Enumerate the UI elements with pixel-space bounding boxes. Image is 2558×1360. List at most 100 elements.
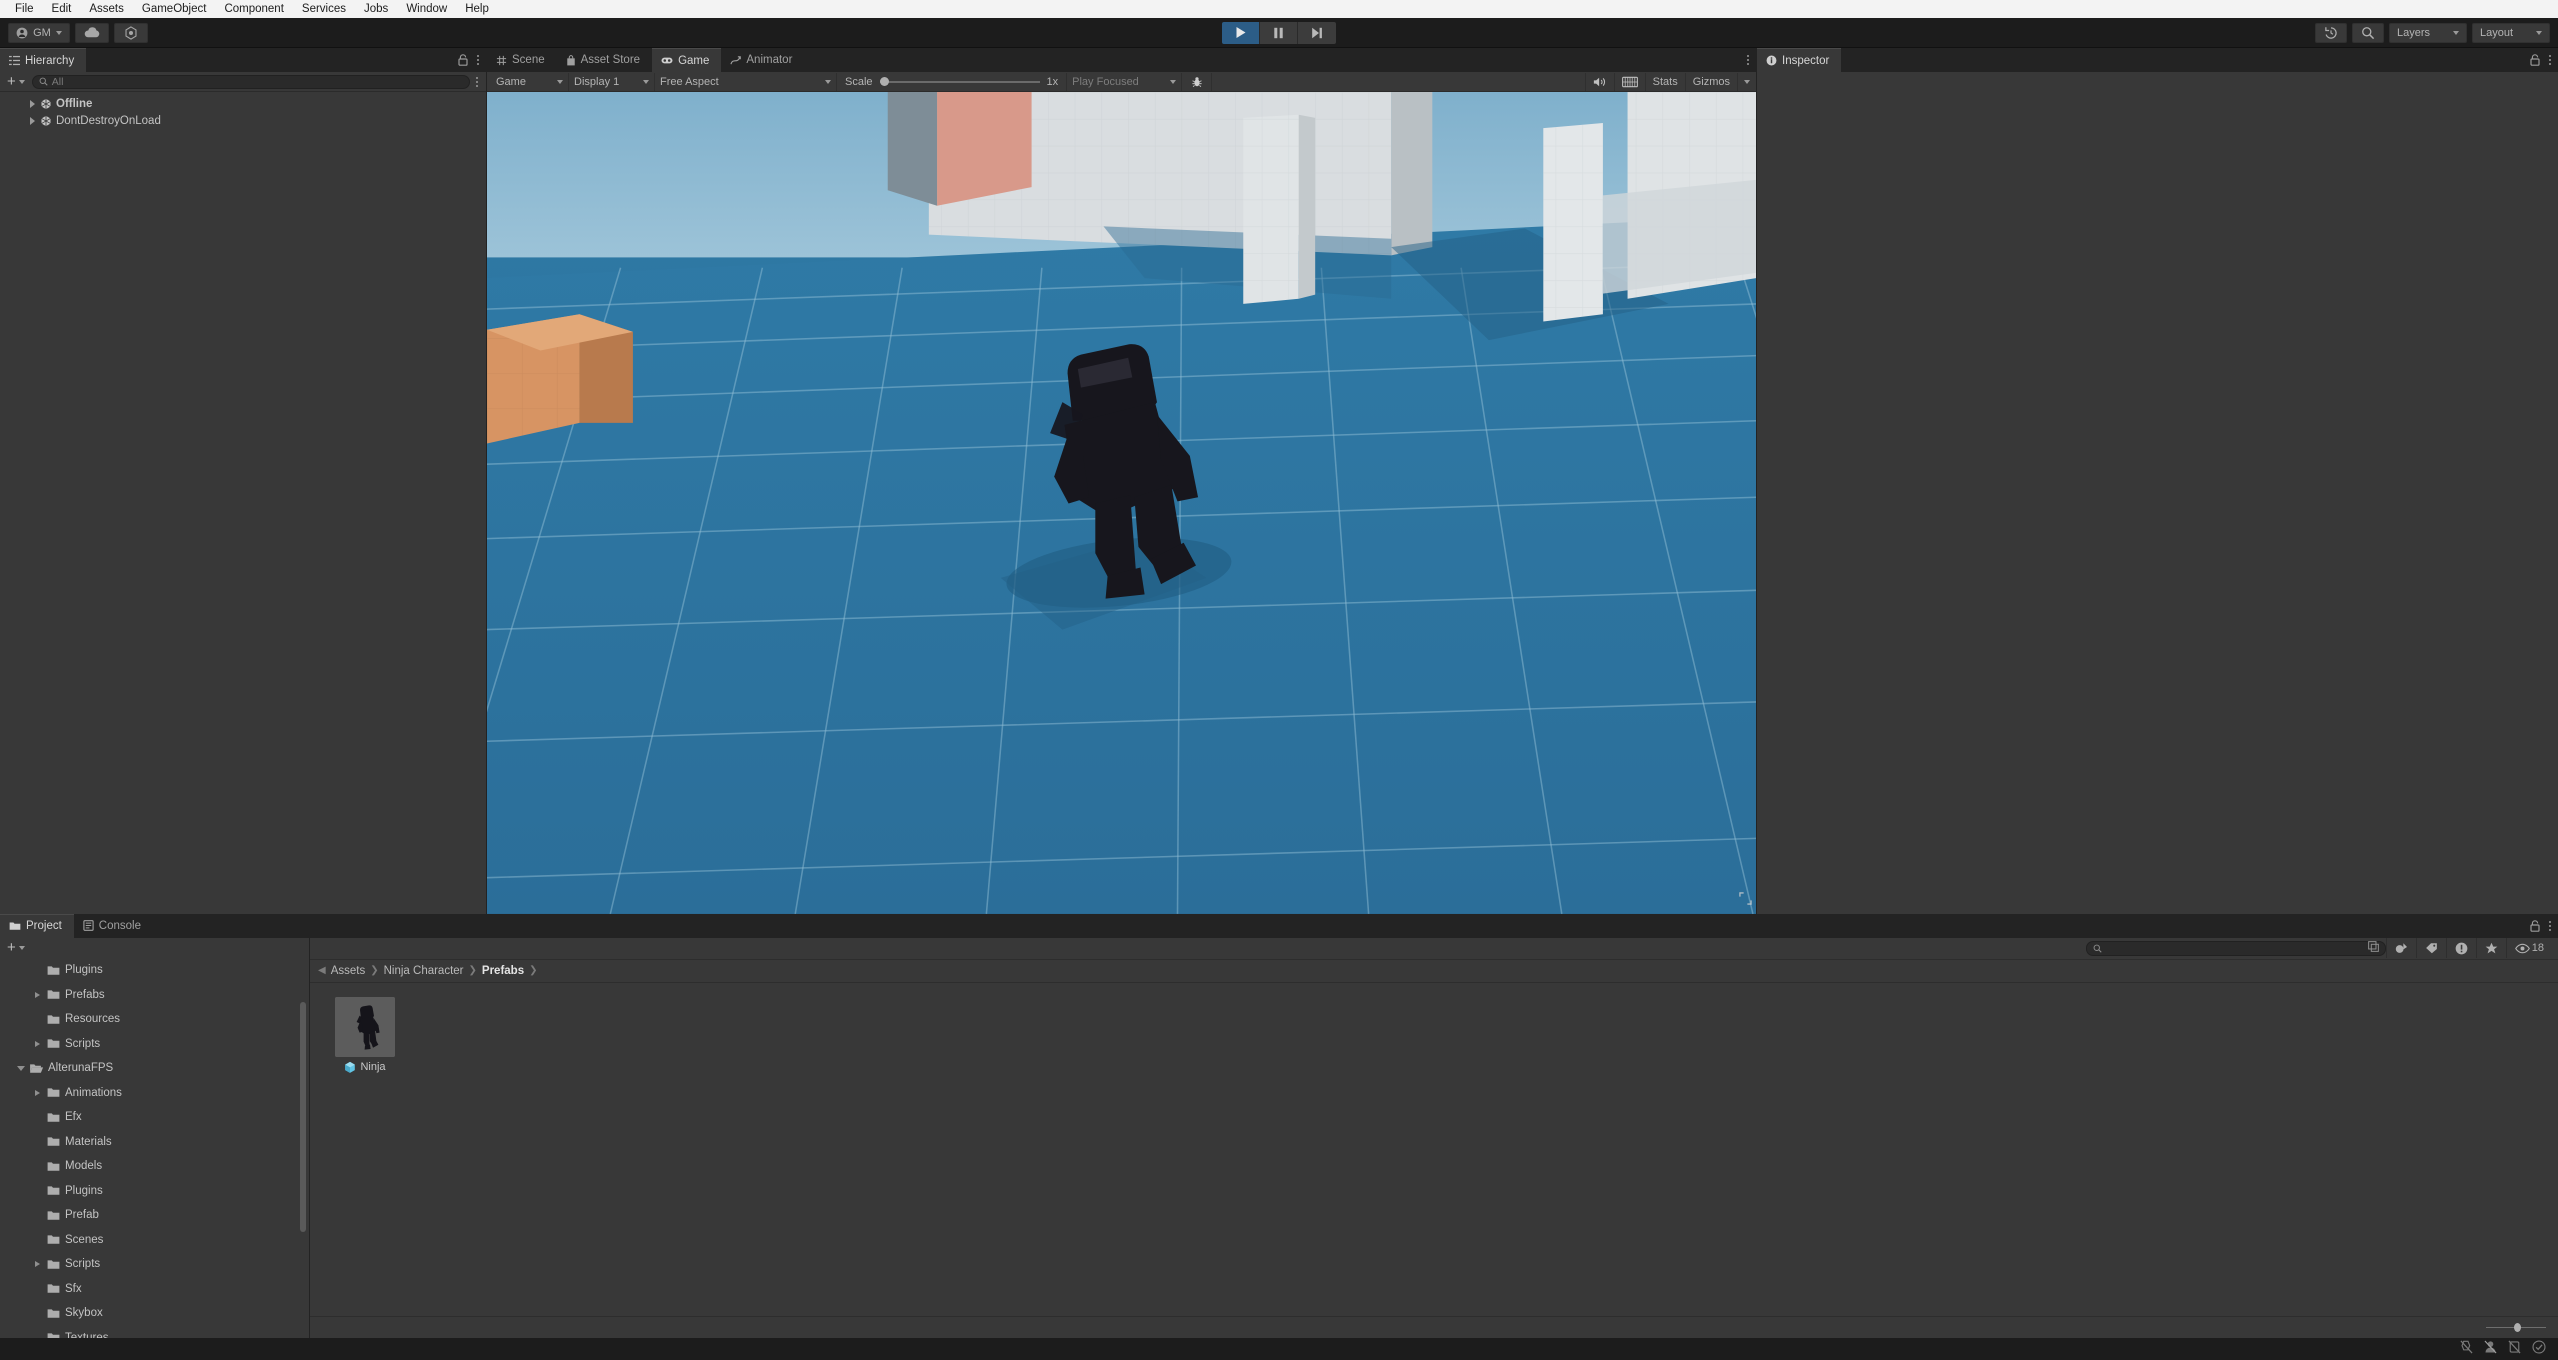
menu-item-file[interactable]: File xyxy=(6,0,43,18)
chevron-right-icon[interactable] xyxy=(33,991,42,998)
tab-game[interactable]: Game xyxy=(652,48,722,72)
project-tree-item[interactable]: Scripts xyxy=(0,1031,309,1056)
chevron-down-icon[interactable] xyxy=(16,1065,25,1071)
breadcrumb-item-prefabs[interactable]: Prefabs xyxy=(482,965,524,977)
check-icon[interactable] xyxy=(2532,1339,2546,1359)
breadcrumb-item-ninja-character[interactable]: Ninja Character xyxy=(384,965,464,977)
project-menu-icon[interactable] xyxy=(2549,920,2551,931)
gizmos-dropdown[interactable] xyxy=(1737,72,1756,91)
project-add-button[interactable]: + xyxy=(4,940,28,955)
search-button[interactable] xyxy=(2352,22,2384,43)
project-tree-item[interactable]: Plugins xyxy=(0,958,309,983)
hierarchy-menu-icon[interactable] xyxy=(477,55,479,65)
menu-item-component[interactable]: Component xyxy=(215,0,292,18)
game-view-menu-icon[interactable] xyxy=(1747,55,1749,65)
menu-item-assets[interactable]: Assets xyxy=(80,0,133,18)
project-tree-item[interactable]: Textures xyxy=(0,1325,309,1338)
services-button[interactable] xyxy=(114,22,148,43)
hierarchy-item-label: Offline xyxy=(56,97,93,110)
breadcrumb-back-icon[interactable]: ◀ xyxy=(318,965,326,976)
no-sync-icon[interactable] xyxy=(2508,1340,2521,1359)
hierarchy-item-offline[interactable]: Offline xyxy=(0,95,486,112)
project-tree-scrollbar[interactable] xyxy=(298,940,308,1320)
tab-scene[interactable]: Scene xyxy=(487,48,557,72)
lock-icon[interactable] xyxy=(458,54,468,66)
chevron-right-icon[interactable] xyxy=(30,116,35,125)
project-tree-item[interactable]: Models xyxy=(0,1154,309,1179)
breadcrumb-item-assets[interactable]: Assets xyxy=(331,965,366,977)
warning-filter-button[interactable] xyxy=(2445,938,2476,959)
zoom-slider-knob[interactable] xyxy=(2514,1323,2521,1332)
menu-item-help[interactable]: Help xyxy=(456,0,498,18)
inspector-menu-icon[interactable] xyxy=(2549,55,2551,65)
account-button[interactable]: GM xyxy=(8,22,70,43)
menu-item-jobs[interactable]: Jobs xyxy=(355,0,397,18)
layout-dropdown[interactable]: Layout xyxy=(2472,22,2550,43)
stats-button[interactable]: Stats xyxy=(1644,72,1685,91)
tab-project[interactable]: Project xyxy=(0,913,74,938)
hierarchy-search-input[interactable]: All xyxy=(31,74,470,89)
play-focused-dropdown[interactable]: Play Focused xyxy=(1067,72,1183,91)
target-display-dropdown[interactable]: Game xyxy=(491,72,569,91)
gizmos-button[interactable]: Gizmos xyxy=(1684,72,1737,91)
label-filter-button[interactable] xyxy=(2415,938,2446,959)
lock-icon[interactable] xyxy=(2530,54,2540,66)
thumbnail-zoom-slider[interactable] xyxy=(2486,1321,2546,1335)
tab-console[interactable]: Console xyxy=(74,914,153,938)
aspect-ratio-dropdown[interactable]: Free Aspect xyxy=(655,72,837,91)
play-button[interactable] xyxy=(1222,21,1260,44)
search-expand-icon[interactable] xyxy=(2367,941,2379,955)
project-tree-item[interactable]: Sfx xyxy=(0,1276,309,1301)
project-tree-item[interactable]: AlterunaFPS xyxy=(0,1056,309,1081)
collab-icon[interactable] xyxy=(2484,1340,2497,1359)
tab-asset-store[interactable]: Asset Store xyxy=(557,48,652,72)
undo-history-button[interactable] xyxy=(2315,22,2347,43)
maximize-icon[interactable] xyxy=(1739,892,1752,910)
scale-slider[interactable] xyxy=(879,73,1040,91)
bug-report-button[interactable] xyxy=(1182,72,1213,91)
tab-hierarchy[interactable]: Hierarchy xyxy=(0,48,87,72)
cloud-button[interactable] xyxy=(75,22,109,43)
hierarchy-item-dontdestroyonload[interactable]: DontDestroyOnLoad xyxy=(0,112,486,129)
tab-animator[interactable]: Animator xyxy=(721,48,804,72)
menu-item-services[interactable]: Services xyxy=(293,0,355,18)
chevron-right-icon[interactable] xyxy=(33,1261,42,1268)
project-tree-item[interactable]: Materials xyxy=(0,1129,309,1154)
project-tree-item[interactable]: Animations xyxy=(0,1080,309,1105)
asset-type-filter-button[interactable] xyxy=(2385,938,2416,959)
step-button[interactable] xyxy=(1298,21,1336,44)
scrollbar-thumb[interactable] xyxy=(300,1001,306,1232)
display-dropdown[interactable]: Display 1 xyxy=(569,72,655,91)
menu-item-edit[interactable]: Edit xyxy=(43,0,81,18)
menu-item-window[interactable]: Window xyxy=(397,0,456,18)
favorite-filter-button[interactable] xyxy=(2475,938,2506,959)
project-tree-item[interactable]: Prefab xyxy=(0,1203,309,1228)
visible-count[interactable]: 18 xyxy=(2505,938,2552,959)
hierarchy-add-button[interactable]: + xyxy=(4,74,28,89)
layers-dropdown[interactable]: Layers xyxy=(2389,22,2467,43)
pause-button[interactable] xyxy=(1260,21,1298,44)
hierarchy-options-icon[interactable] xyxy=(476,76,478,87)
chevron-right-icon[interactable] xyxy=(33,1089,42,1096)
no-physics-icon[interactable] xyxy=(2460,1340,2473,1359)
scale-slider-knob[interactable] xyxy=(879,77,889,86)
menu-item-gameobject[interactable]: GameObject xyxy=(133,0,216,18)
mute-audio-button[interactable] xyxy=(1584,72,1614,91)
frame-debug-button[interactable] xyxy=(1613,72,1645,91)
project-tree-item[interactable]: Scripts xyxy=(0,1252,309,1277)
tab-inspector[interactable]: Inspector xyxy=(1757,48,1842,72)
project-tree-item[interactable]: Resources xyxy=(0,1007,309,1032)
project-tree-item[interactable]: Plugins xyxy=(0,1178,309,1203)
project-tree-item[interactable]: Efx xyxy=(0,1105,309,1130)
layout-label: Layout xyxy=(2480,26,2514,39)
project-tree-item[interactable]: Skybox xyxy=(0,1301,309,1326)
chevron-right-icon[interactable] xyxy=(33,1040,42,1047)
box-salmon-top xyxy=(887,92,1032,206)
game-render-canvas[interactable] xyxy=(487,92,1756,914)
asset-item-ninja[interactable]: Ninja xyxy=(326,996,404,1073)
project-tree-item[interactable]: Scenes xyxy=(0,1227,309,1252)
project-search-input[interactable] xyxy=(2085,940,2386,956)
chevron-right-icon[interactable] xyxy=(30,99,35,108)
lock-icon[interactable] xyxy=(2530,920,2540,932)
project-tree-item[interactable]: Prefabs xyxy=(0,982,309,1007)
